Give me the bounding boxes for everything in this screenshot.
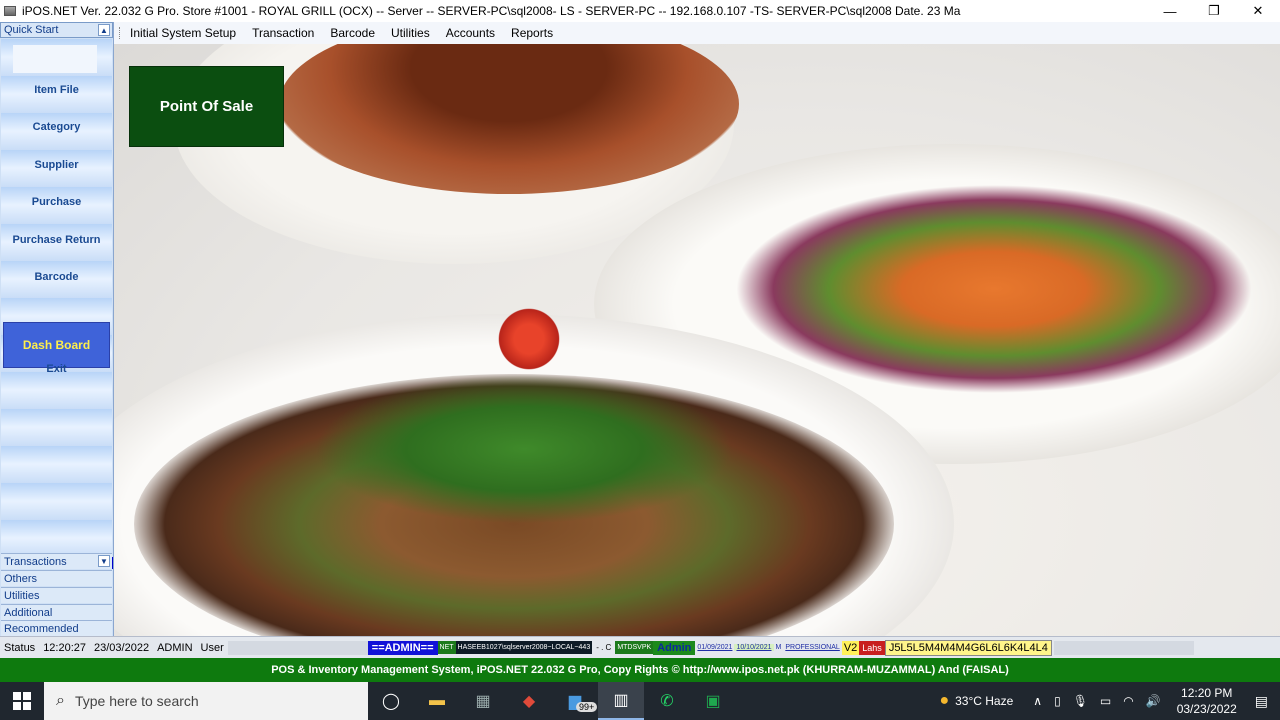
status-code: MTDSVPK	[615, 641, 654, 654]
ipos-taskbar-icon[interactable]: ▥	[598, 682, 644, 720]
server-path: HASEEB1027\sqlserver2008~LOCAL~443	[455, 641, 593, 654]
notifications-icon[interactable]: ▤	[1255, 693, 1268, 710]
quick-start-header[interactable]: Quick Start ▲	[0, 22, 113, 38]
status-admin-name: Admin	[653, 640, 696, 655]
dashboard-background: Point Of Sale	[114, 44, 1280, 636]
search-placeholder: Type here to search	[74, 693, 199, 709]
app-badge-icon[interactable]: ▆ 99+	[552, 682, 598, 720]
status-date: 23/03/2022	[94, 641, 150, 654]
sidebar-group-recommended[interactable]: Recommended	[1, 620, 112, 636]
menu-transaction[interactable]: Transaction	[244, 26, 322, 40]
sidebar-item-purchase[interactable]: Purchase	[1, 191, 112, 213]
notification-badge: 99+	[576, 702, 598, 712]
chevron-down-icon[interactable]: ▼	[98, 555, 110, 567]
taskbar-search[interactable]: ⌕ Type here to search	[44, 682, 368, 720]
status-date-to: 10/10/2021	[734, 644, 774, 651]
background-tomato	[494, 304, 564, 374]
window-title: iPOS.NET Ver. 22.032 G Pro. Store #1001 …	[22, 4, 961, 18]
menu-accounts[interactable]: Accounts	[438, 26, 503, 40]
license-key: J5L5L5M4M4M4G6L6L6K4L4L4	[884, 639, 1052, 656]
weather-text[interactable]: 33°C Haze	[955, 694, 1013, 708]
file-explorer-icon[interactable]: ▬	[414, 682, 460, 720]
sidebar-item-purchase-return[interactable]: Purchase Return	[1, 229, 112, 251]
status-bar: Status 12:20:27 23/03/2022 ADMIN User ==…	[0, 636, 1280, 658]
window-controls: — ❐ ✕	[1148, 0, 1280, 22]
search-icon: ⌕	[56, 692, 65, 709]
menu-initial-system-setup[interactable]: Initial System Setup	[122, 26, 244, 40]
close-button[interactable]: ✕	[1236, 0, 1280, 22]
status-flag: Lahs	[859, 640, 885, 655]
status-empty-field	[227, 640, 368, 655]
windows-logo-icon	[13, 692, 31, 710]
status-date-from: 01/09/2021	[697, 644, 733, 651]
app-icon	[4, 6, 16, 16]
battery-icon[interactable]: ▭	[1100, 694, 1111, 708]
menu-reports[interactable]: Reports	[503, 26, 561, 40]
start-button[interactable]	[0, 682, 44, 720]
title-bar: iPOS.NET Ver. 22.032 G Pro. Store #1001 …	[0, 0, 1280, 22]
copyright-footer: POS & Inventory Management System, iPOS.…	[0, 658, 1280, 682]
anydesk-icon[interactable]: ◆	[506, 682, 552, 720]
status-role: User	[200, 641, 224, 654]
sidebar-item-barcode[interactable]: Barcode	[1, 266, 112, 288]
clock-time: 12:20 PM	[1181, 686, 1233, 700]
taskbar-clock[interactable]: 12:20 PM 03/23/2022	[1167, 685, 1247, 717]
menu-barcode[interactable]: Barcode	[322, 26, 383, 40]
calculator-icon[interactable]: ▦	[460, 682, 506, 720]
windows-taskbar: ⌕ Type here to search ◯ ▬ ▦ ◆ ▆ 99+ ▥ ✆ …	[0, 682, 1280, 720]
task-view-icon[interactable]: ◯	[368, 682, 414, 720]
sidebar-group-utilities[interactable]: Utilities	[1, 587, 112, 603]
quick-start-sidebar: Quick Start ▲ Item File Category Supplie…	[0, 22, 114, 636]
status-m: M	[775, 644, 782, 651]
status-version: V2	[841, 640, 860, 655]
sidebar-item-exit[interactable]: Exit	[1, 358, 112, 380]
net-badge: NET	[437, 641, 456, 654]
green-app-icon[interactable]: ▣	[690, 682, 736, 720]
microphone-icon[interactable]: 🎙	[1073, 694, 1088, 708]
device-icon[interactable]: ▯	[1054, 694, 1061, 708]
background-salad	[734, 184, 1254, 394]
minimize-button[interactable]: —	[1148, 0, 1192, 22]
sidebar-group-transactions[interactable]: Transactions ▼	[1, 553, 112, 569]
wifi-icon[interactable]: ◠	[1123, 694, 1133, 708]
weather-icon: ●	[939, 692, 950, 709]
whatsapp-icon[interactable]: ✆	[644, 682, 690, 720]
background-herbs	[314, 374, 734, 524]
status-empty-field-right	[1053, 640, 1194, 655]
status-time: 12:20:27	[43, 641, 87, 654]
group-label-transactions: Transactions	[4, 555, 67, 568]
menu-utilities[interactable]: Utilities	[383, 26, 438, 40]
volume-icon[interactable]: 🔊	[1146, 694, 1161, 708]
sidebar-group-additional[interactable]: Additional	[1, 604, 112, 620]
status-user: ADMIN	[157, 641, 193, 654]
status-label: Status	[4, 641, 36, 654]
status-edition: PROFESSIONAL	[785, 644, 840, 651]
restore-button[interactable]: ❐	[1192, 0, 1236, 22]
sidebar-item-item-file[interactable]: Item File	[1, 79, 112, 101]
sidebar-item-supplier[interactable]: Supplier	[1, 154, 112, 176]
admin-badge: ==ADMIN==	[367, 640, 438, 655]
system-tray: ● 33°C Haze ∧ ▯ 🎙 ▭ ◠ 🔊 12:20 PM 03/23/2…	[939, 682, 1280, 720]
status-separator: - . C	[596, 643, 612, 652]
sidebar-item-category[interactable]: Category	[1, 116, 112, 138]
menu-bar: Initial System Setup Transaction Barcode…	[114, 22, 1280, 44]
quick-start-panel: Item File Category Supplier Purchase Pur…	[1, 39, 113, 569]
sidebar-blank-slot	[13, 45, 97, 73]
sidebar-group-others[interactable]: Others	[1, 570, 112, 586]
point-of-sale-button[interactable]: Point Of Sale	[129, 66, 284, 147]
chevron-up-icon[interactable]: ∧	[1033, 694, 1042, 708]
quick-start-label: Quick Start	[4, 24, 59, 36]
clock-date: 03/23/2022	[1176, 702, 1237, 716]
chevron-up-icon[interactable]: ▲	[98, 24, 110, 36]
